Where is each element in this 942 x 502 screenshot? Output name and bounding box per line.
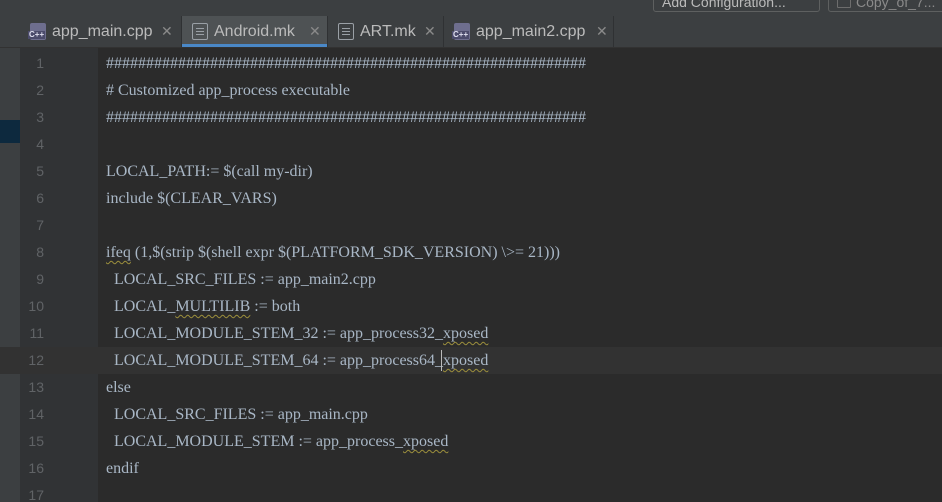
line-number: 15 [28,433,44,449]
line-number: 12 [28,352,44,368]
line-text[interactable]: LOCAL_MODULE_STEM_64 := app_process64_xp… [106,347,488,374]
makefile-icon [338,23,354,40]
tab-label: Android.mk [214,23,295,40]
line-text[interactable]: LOCAL_MULTILIB := both [106,293,300,320]
editor-tab-bar: C++ app_main.cpp ✕ Android.mk ✕ ART.mk ✕… [0,16,942,48]
close-icon[interactable]: ✕ [161,16,173,47]
line-number: 7 [36,217,44,233]
line-text[interactable]: LOCAL_PATH:= $(call my-dir) [106,158,313,185]
line-number: 1 [36,55,44,71]
code-line[interactable]: 6 include $(CLEAR_VARS) [0,185,942,212]
line-text[interactable]: else [106,374,131,401]
line-text[interactable]: ########################################… [106,50,586,77]
line-number: 6 [36,190,44,206]
inspection-warning[interactable]: MULTILIB [175,298,250,315]
line-text[interactable]: LOCAL_MODULE_STEM_32 := app_process32_xp… [106,320,488,347]
tab-art-mk[interactable]: ART.mk ✕ [328,16,444,47]
line-number: 4 [36,136,44,152]
line-text[interactable]: LOCAL_MODULE_STEM := app_process_xposed [106,428,448,455]
line-number: 17 [28,487,44,502]
inspection-warning[interactable]: ifeq [106,244,131,261]
tab-app-main2-cpp[interactable]: C++ app_main2.cpp ✕ [444,16,614,47]
line-number: 13 [28,379,44,395]
line-text[interactable]: include $(CLEAR_VARS) [106,185,277,212]
code-line[interactable]: 12 LOCAL_MODULE_STEM_64 := app_process64… [0,347,942,374]
text-caret [441,350,442,371]
code-line[interactable]: 17 [0,482,942,502]
code-line[interactable]: 4 [0,131,942,158]
line-number: 14 [28,406,44,422]
run-configuration-selector[interactable]: Copy_of_7... [828,0,942,12]
code-line[interactable]: 9 LOCAL_SRC_FILES := app_main2.cpp [0,266,942,293]
line-number: 3 [36,109,44,125]
tab-app-main-cpp[interactable]: C++ app_main.cpp ✕ [20,16,182,47]
code-line[interactable]: 7 [0,212,942,239]
line-text[interactable]: LOCAL_SRC_FILES := app_main2.cpp [106,266,376,293]
line-text[interactable]: ########################################… [106,104,586,131]
tab-label: app_main.cpp [52,23,153,40]
add-configuration-button[interactable]: Add Configuration... [653,0,820,12]
code-line[interactable]: 10 LOCAL_MULTILIB := both [0,293,942,320]
close-icon[interactable]: ✕ [424,16,436,47]
run-config-label: Copy_of_7... [856,0,936,10]
code-line[interactable]: 13 else [0,374,942,401]
tab-label: app_main2.cpp [476,23,586,40]
cpp-file-icon: C++ [28,23,46,40]
code-line[interactable]: 2 # Customized app_process executable [0,77,942,104]
close-icon[interactable]: ✕ [309,16,321,47]
top-toolbar: Add Configuration... Copy_of_7... [0,0,942,16]
code-line[interactable]: 5 LOCAL_PATH:= $(call my-dir) [0,158,942,185]
line-number: 8 [36,244,44,260]
inspection-warning[interactable]: xposed [443,325,488,342]
cpp-file-icon: C++ [452,23,470,40]
close-icon[interactable]: ✕ [596,16,608,47]
inspection-warning[interactable]: xposed [403,433,448,450]
tab-label: ART.mk [360,23,416,40]
code-line[interactable]: 11 LOCAL_MODULE_STEM_32 := app_process32… [0,320,942,347]
line-number: 5 [36,163,44,179]
code-line[interactable]: 1 #######################################… [0,50,942,77]
line-text[interactable]: LOCAL_SRC_FILES := app_main.cpp [106,401,368,428]
line-text[interactable]: ifeq (1,$(strip $(shell expr $(PLATFORM_… [106,239,560,266]
code-line[interactable]: 16 endif [0,455,942,482]
line-number: 2 [36,82,44,98]
inspection-warning[interactable]: xposed [443,352,488,369]
run-config-icon [837,0,851,8]
code-line[interactable]: 3 #######################################… [0,104,942,131]
tab-bar-left-strip [0,16,20,47]
line-number: 11 [29,325,44,341]
line-number: 10 [28,298,44,314]
tab-android-mk[interactable]: Android.mk ✕ [182,16,328,47]
line-text[interactable]: # Customized app_process executable [106,77,350,104]
code-line[interactable]: 8 ifeq (1,$(strip $(shell expr $(PLATFORM… [0,239,942,266]
code-line[interactable]: 14 LOCAL_SRC_FILES := app_main.cpp [0,401,942,428]
makefile-icon [192,23,208,40]
line-number: 16 [28,460,44,476]
code-line[interactable]: 15 LOCAL_MODULE_STEM := app_process_xpos… [0,428,942,455]
line-text[interactable]: endif [106,455,139,482]
line-number: 9 [36,271,44,287]
